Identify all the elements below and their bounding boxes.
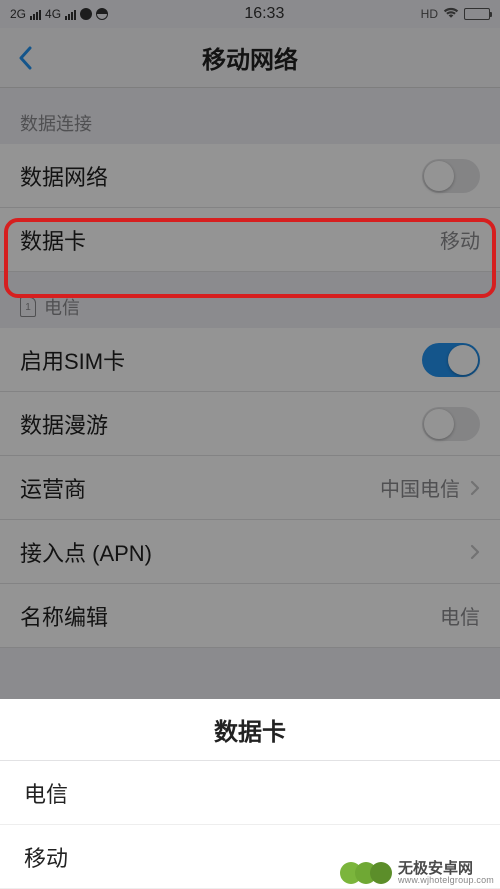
mobile-data-toggle[interactable] — [422, 159, 480, 193]
row-name-edit-label: 名称编辑 — [20, 600, 440, 632]
row-apn-label: 接入点 (APN) — [20, 536, 460, 568]
nav-bar: 移动网络 — [0, 28, 500, 88]
section-header-sim: 1 电信 — [0, 272, 500, 328]
sheet-option-0[interactable]: 电信 — [0, 761, 500, 825]
roaming-toggle[interactable] — [422, 407, 480, 441]
row-carrier-label: 运营商 — [20, 472, 380, 504]
row-name-edit[interactable]: 名称编辑 电信 — [0, 584, 500, 648]
row-enable-sim[interactable]: 启用SIM卡 — [0, 328, 500, 392]
hd-label: HD — [421, 7, 438, 21]
row-roaming[interactable]: 数据漫游 — [0, 392, 500, 456]
status-bar: 2G 4G 16:33 HD — [0, 0, 500, 28]
back-button[interactable] — [0, 28, 50, 88]
signal-bars-1-icon — [30, 8, 41, 20]
row-mobile-data[interactable]: 数据网络 — [0, 144, 500, 208]
row-roaming-label: 数据漫游 — [20, 408, 422, 440]
network-label-2: 4G — [45, 7, 61, 21]
watermark: 无极安卓网 www.wjhotelgroup.com — [340, 861, 494, 885]
row-carrier-value: 中国电信 — [380, 473, 460, 502]
chevron-right-icon — [470, 544, 480, 560]
row-apn[interactable]: 接入点 (APN) — [0, 520, 500, 584]
wifi-icon — [443, 6, 459, 22]
row-data-card-label: 数据卡 — [20, 224, 440, 256]
sim-card-icon: 1 — [20, 297, 36, 317]
row-mobile-data-label: 数据网络 — [20, 160, 422, 192]
indicator-dot-1-icon — [80, 8, 92, 20]
row-enable-sim-label: 启用SIM卡 — [20, 344, 422, 376]
watermark-logo-icon — [370, 862, 392, 884]
network-label-1: 2G — [10, 7, 26, 21]
battery-icon — [464, 8, 490, 20]
sim-name-label: 电信 — [44, 294, 80, 320]
watermark-text-2: www.wjhotelgroup.com — [398, 876, 494, 885]
chevron-left-icon — [18, 46, 32, 70]
section-header-data-connection: 数据连接 — [0, 88, 500, 144]
chevron-right-icon — [470, 480, 480, 496]
page-title: 移动网络 — [0, 40, 500, 75]
watermark-text-1: 无极安卓网 — [398, 861, 494, 876]
row-name-edit-value: 电信 — [440, 601, 480, 630]
enable-sim-toggle[interactable] — [422, 343, 480, 377]
indicator-dot-2-icon — [96, 8, 108, 20]
signal-bars-2-icon — [65, 8, 76, 20]
sheet-title: 数据卡 — [0, 699, 500, 761]
row-data-card-value: 移动 — [440, 225, 480, 254]
row-data-card[interactable]: 数据卡 移动 — [0, 208, 500, 272]
row-carrier[interactable]: 运营商 中国电信 — [0, 456, 500, 520]
clock: 16:33 — [108, 5, 421, 23]
